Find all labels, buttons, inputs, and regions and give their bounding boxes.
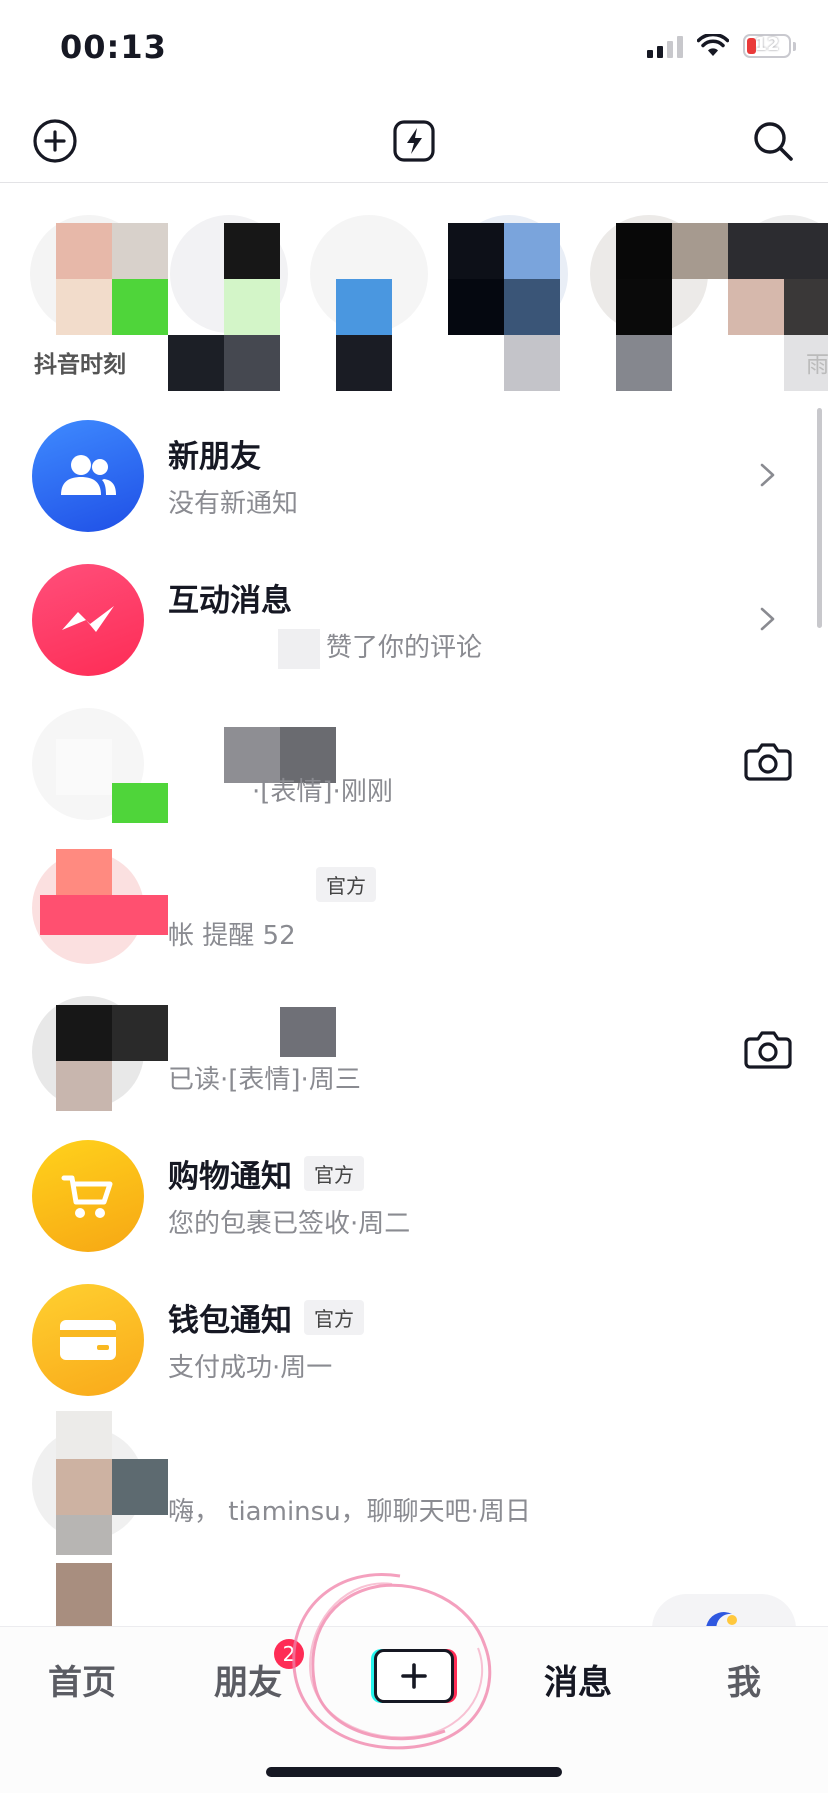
plus-icon	[401, 1663, 427, 1689]
mosaic-block	[504, 335, 560, 391]
mosaic-block	[40, 895, 168, 935]
list-item-shopping[interactable]: 购物通知 官方 您的包裹已签收·周二	[0, 1123, 828, 1267]
chevron-right-icon	[760, 463, 775, 487]
list-item-chat[interactable]: 已读·[表情]·周三	[0, 979, 828, 1123]
lightning-icon[interactable]	[389, 116, 439, 166]
mosaic-block	[728, 279, 784, 335]
mosaic-block	[616, 335, 672, 391]
mosaic-block	[56, 739, 112, 795]
cart-icon	[32, 1140, 144, 1252]
mosaic-block	[504, 279, 560, 335]
mosaic-block	[616, 279, 672, 335]
mosaic-block	[112, 1005, 168, 1061]
row-subtitle: 帐 提醒 52	[168, 921, 296, 951]
mosaic-block	[224, 223, 280, 279]
mosaic-block	[728, 223, 828, 279]
status-icons: 12	[647, 34, 796, 58]
signal-icon	[647, 34, 683, 58]
add-circle-icon[interactable]	[30, 116, 80, 166]
top-bar	[0, 100, 828, 183]
mosaic-block	[224, 279, 280, 335]
row-title-text: 钱包通知	[168, 1303, 292, 1339]
row-title: 钱包通知 官方	[168, 1295, 364, 1340]
row-title: 官方	[316, 867, 376, 902]
moments-label: 抖音时刻	[34, 352, 126, 378]
row-subtitle: 赞了你的评论	[326, 633, 483, 663]
chevron-right-icon	[760, 607, 775, 631]
mosaic-block	[336, 335, 392, 391]
friends-badge: 2	[274, 1639, 304, 1669]
row-subtitle: 您的包裹已签收·周二	[168, 1209, 411, 1239]
home-indicator	[266, 1767, 562, 1777]
row-title: 购物通知 官方	[168, 1151, 364, 1196]
mosaic-block	[224, 335, 280, 391]
list-item-chat[interactable]: 嗨， tiaminsu，聊聊天吧·周日	[0, 1411, 828, 1555]
mosaic-block	[56, 1061, 112, 1111]
status-time: 00:13	[60, 28, 167, 66]
row-title: 互动消息	[168, 583, 292, 619]
official-badge: 官方	[304, 1156, 364, 1191]
mosaic-block	[112, 783, 168, 823]
publish-button[interactable]	[374, 1649, 454, 1703]
mosaic-block	[56, 1563, 112, 1626]
mosaic-block	[56, 1005, 112, 1061]
wallet-icon	[32, 1284, 144, 1396]
battery-cap	[793, 41, 796, 51]
official-badge: 官方	[316, 867, 376, 902]
interaction-icon	[32, 564, 144, 676]
mosaic-block	[112, 223, 168, 279]
mosaic-block	[616, 223, 672, 279]
mosaic-block	[168, 335, 224, 391]
wifi-icon	[697, 34, 729, 56]
friends-icon	[32, 420, 144, 532]
mosaic-block	[336, 279, 392, 335]
tab-messages[interactable]: 消息	[518, 1655, 638, 1704]
battery-level: 12	[754, 34, 780, 55]
row-subtitle: 已读·[表情]·周三	[168, 1065, 361, 1095]
moments-label-right: 雨	[806, 352, 828, 378]
list-item-interactions[interactable]: 互动消息 赞了你的评论	[0, 547, 828, 691]
mosaic-block	[112, 279, 168, 335]
tab-home[interactable]: 首页	[22, 1655, 142, 1704]
mosaic-block	[278, 629, 320, 669]
row-subtitle: 没有新通知	[168, 489, 299, 519]
moments-strip: 抖音时刻 雨	[0, 183, 828, 398]
camera-icon[interactable]	[742, 735, 794, 787]
tab-me[interactable]: 我	[684, 1655, 804, 1704]
row-title: 新朋友	[168, 439, 261, 475]
mosaic-block	[784, 279, 828, 335]
mosaic-block	[56, 1515, 112, 1555]
mosaic-block	[280, 1007, 336, 1057]
list-item-wallet[interactable]: 钱包通知 官方 支付成功·周一	[0, 1267, 828, 1411]
mosaic-block	[56, 223, 112, 279]
row-subtitle: 支付成功·周一	[168, 1353, 333, 1383]
row-subtitle: ·[表情]·刚刚	[252, 777, 393, 807]
mosaic-block	[56, 279, 112, 335]
camera-icon[interactable]	[742, 1023, 794, 1075]
row-subtitle: 嗨， tiaminsu，聊聊天吧·周日	[168, 1497, 531, 1527]
list-item-official[interactable]: 官方 帐 提醒 52	[0, 835, 828, 979]
mosaic-block	[56, 1411, 112, 1459]
search-icon[interactable]	[748, 116, 798, 166]
row-title-text: 购物通知	[168, 1159, 292, 1195]
mosaic-block	[672, 223, 728, 279]
mosaic-block	[448, 223, 504, 279]
mosaic-block	[504, 223, 560, 279]
tab-bar: 首页 朋友 2 消息 我	[0, 1626, 828, 1793]
mosaic-block	[56, 1459, 112, 1515]
mosaic-block	[112, 1459, 168, 1515]
status-bar: 00:13 12	[0, 0, 828, 100]
list-item-chat[interactable]: ·[表情]·刚刚	[0, 691, 828, 835]
mosaic-block	[448, 279, 504, 335]
list-item-new-friends[interactable]: 新朋友 没有新通知	[0, 403, 828, 547]
battery-icon: 12	[743, 34, 791, 58]
official-badge: 官方	[304, 1300, 364, 1335]
